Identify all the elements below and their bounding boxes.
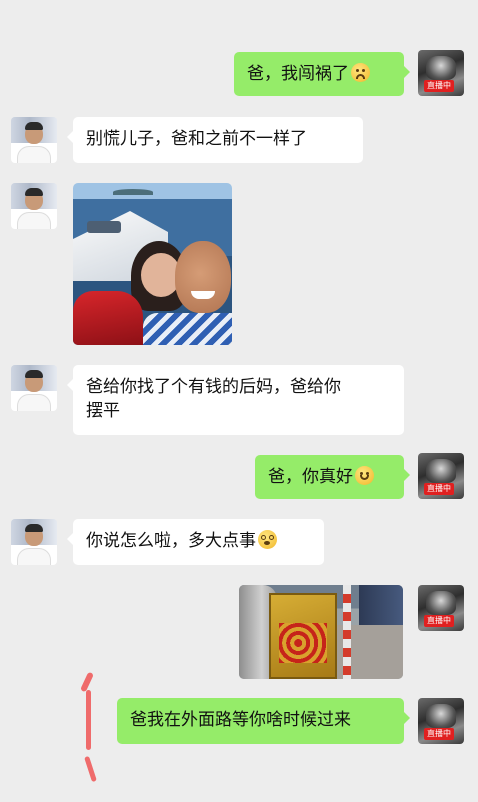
- message-text: 你说怎么啦，多大点事: [86, 531, 256, 551]
- live-badge: 直播中: [424, 615, 454, 627]
- son-avatar[interactable]: 直播中: [418, 50, 464, 96]
- message-bubble-received[interactable]: 爸给你找了个有钱的后妈，爸给你 摆平: [67, 365, 404, 435]
- message-text: 爸，我闯祸了: [247, 64, 349, 84]
- dad-avatar[interactable]: [11, 519, 57, 565]
- dad-avatar[interactable]: [11, 365, 57, 411]
- live-badge: 直播中: [424, 80, 454, 92]
- message-text: 爸，你真好: [268, 467, 353, 487]
- annotation-mark-middle: [86, 690, 91, 750]
- live-badge: 直播中: [424, 483, 454, 495]
- yacht-selfie-image[interactable]: [73, 183, 232, 345]
- dad-avatar[interactable]: [11, 117, 57, 163]
- frowning-face-icon: [351, 63, 370, 82]
- message-bubble-received[interactable]: 别慌儿子，爸和之前不一样了: [67, 117, 363, 163]
- message-bubble-received[interactable]: 你说怎么啦，多大点事: [67, 519, 324, 565]
- message-text: 爸我在外面路等你啥时候过来: [130, 710, 351, 730]
- street-photo-image[interactable]: [239, 585, 403, 679]
- son-avatar[interactable]: 直播中: [418, 698, 464, 744]
- annotation-mark-bottom: [84, 755, 97, 783]
- message-bubble-sent[interactable]: 爸我在外面路等你啥时候过来: [117, 698, 410, 744]
- live-badge: 直播中: [424, 728, 454, 740]
- chat-window: 爸，我闯祸了 直播中 别慌儿子，爸和之前不一样了 爸给你找了个有钱的后妈，爸给你…: [0, 0, 478, 802]
- message-bubble-sent[interactable]: 爸，你真好: [255, 455, 410, 499]
- smiling-face-icon: [355, 466, 374, 485]
- message-text: 别慌儿子，爸和之前不一样了: [86, 129, 307, 149]
- dad-avatar[interactable]: [11, 183, 57, 229]
- message-text-line: 爸给你找了个有钱的后妈，爸给你: [86, 377, 341, 397]
- message-text-line: 摆平: [86, 401, 120, 421]
- son-avatar[interactable]: 直播中: [418, 585, 464, 631]
- son-avatar[interactable]: 直播中: [418, 453, 464, 499]
- dizzy-face-icon: [258, 530, 277, 549]
- message-bubble-sent[interactable]: 爸，我闯祸了: [234, 52, 410, 96]
